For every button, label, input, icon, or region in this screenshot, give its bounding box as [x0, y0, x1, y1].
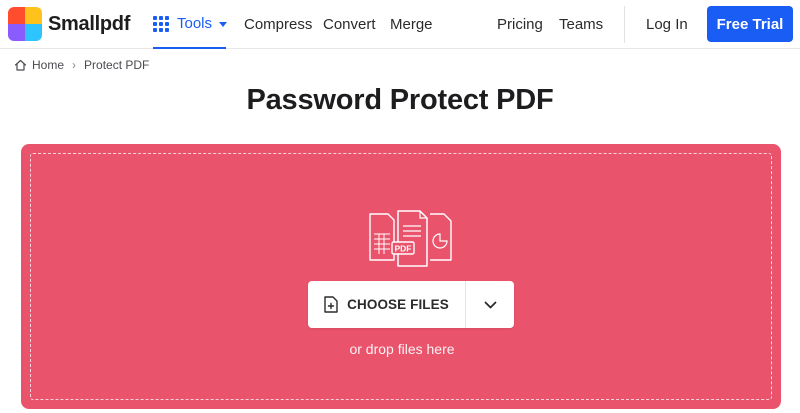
home-icon	[14, 59, 27, 71]
pdf-badge-label: PDF	[395, 244, 412, 254]
breadcrumb-current: Protect PDF	[84, 58, 150, 72]
smallpdf-logo-icon	[8, 7, 42, 41]
upload-source-dropdown-button[interactable]	[466, 281, 514, 328]
page-title: Password Protect PDF	[246, 84, 554, 116]
breadcrumb: Home › Protect PDF	[14, 58, 149, 72]
nav-tools-label: Tools	[177, 15, 213, 32]
documents-illustration-icon: PDF	[369, 210, 452, 267]
nav-link-merge[interactable]: Merge	[390, 0, 433, 49]
chevron-down-icon	[484, 301, 496, 308]
login-link[interactable]: Log In	[646, 0, 688, 49]
nav-link-pricing[interactable]: Pricing	[497, 0, 543, 49]
file-drop-zone[interactable]: PDF CHOOSE FILES or drop files here	[21, 144, 781, 409]
choose-files-button[interactable]: CHOOSE FILES	[308, 281, 466, 328]
breadcrumb-separator: ›	[72, 58, 77, 72]
choose-files-label: CHOOSE FILES	[347, 297, 449, 312]
nav-divider	[624, 6, 625, 43]
caret-down-icon	[219, 21, 228, 27]
choose-files-button-group: CHOOSE FILES	[308, 281, 514, 328]
nav-tools-menu[interactable]: Tools	[153, 0, 228, 49]
nav-link-convert[interactable]: Convert	[323, 0, 376, 49]
top-navigation-bar: Smallpdf Tools Compress Convert Merge Pr…	[0, 0, 800, 49]
smallpdf-logo[interactable]: Smallpdf	[8, 7, 130, 41]
file-plus-icon	[324, 296, 338, 313]
drop-files-hint: or drop files here	[349, 341, 455, 357]
free-trial-button[interactable]: Free Trial	[707, 6, 793, 42]
nav-link-teams[interactable]: Teams	[559, 0, 603, 49]
drop-zone-dashed-border: PDF CHOOSE FILES or drop files here	[30, 153, 772, 400]
brand-name: Smallpdf	[48, 12, 131, 35]
breadcrumb-home-link[interactable]: Home	[32, 58, 64, 72]
grid-icon	[153, 15, 169, 32]
nav-link-compress[interactable]: Compress	[244, 0, 312, 49]
